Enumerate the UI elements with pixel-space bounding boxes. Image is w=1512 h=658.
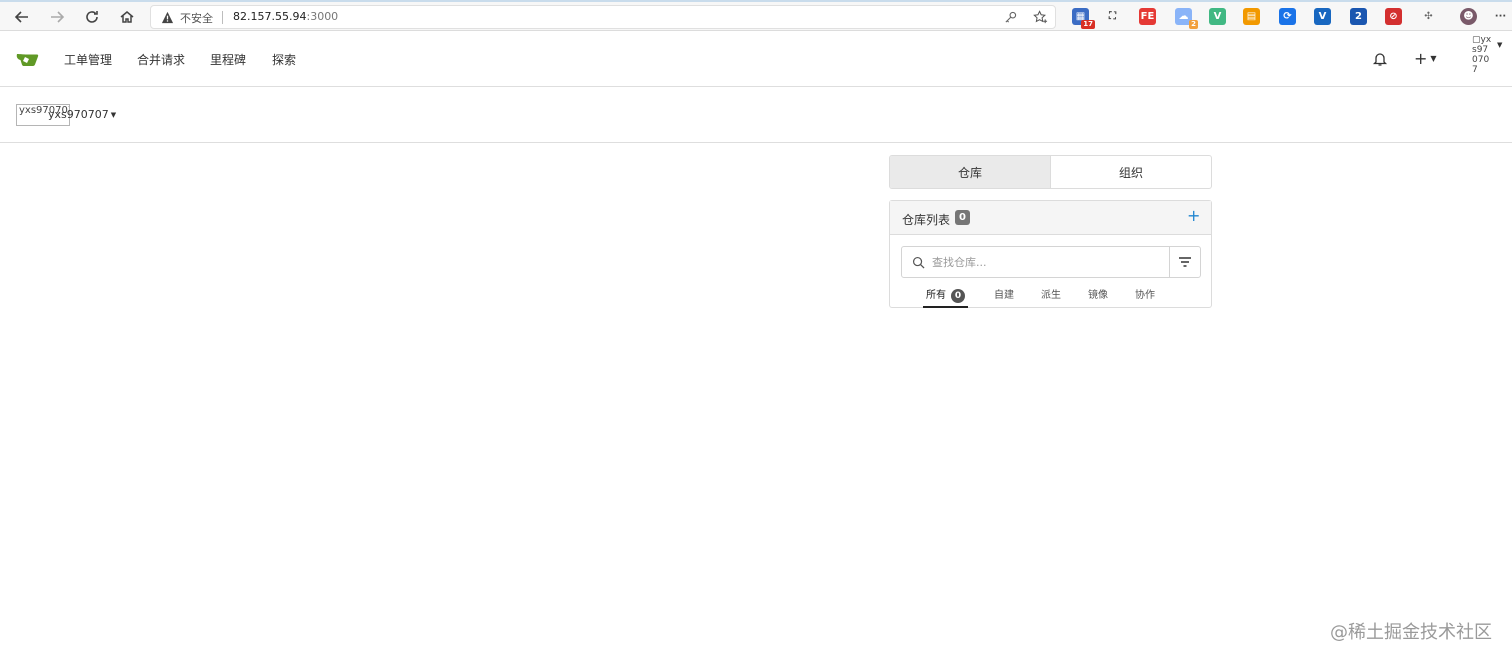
browser-menu-icon[interactable]: ··· [1492,8,1509,25]
tab-organizations[interactable]: 组织 [1051,156,1211,188]
extension-badge: 2 [1189,20,1198,29]
search-icon [912,256,925,269]
browser-toolbar: 不安全 82.157.55.94:3000 ▦ 17 ⛶ FE ☁ 2 V ▤ ⟳ V 2 ⊘ ✣ ☻ ··… [0,0,1512,31]
extension-badge: 17 [1081,20,1095,29]
dashboard-context-bar: yxs970707 yxs970707 ▼ [0,87,1512,143]
filter-collaborative[interactable]: 协作 [1135,286,1155,308]
screenshot-ext-icon[interactable]: ⛶ [1104,8,1121,25]
fe-ext-icon[interactable]: FE [1139,8,1156,25]
filter-button[interactable] [1169,247,1200,277]
main-navbar: 工单管理 合并请求 里程碑 探索 + ▼ ▢yxs970707 ▼ [0,31,1512,87]
bell-icon[interactable] [1372,51,1388,67]
arrow-right-icon [51,11,65,23]
filter-sources[interactable]: 自建 [994,286,1014,308]
reload-icon [86,11,98,23]
address-bar[interactable]: 不安全 82.157.55.94:3000 [150,5,1056,29]
plus-icon: + [1414,49,1428,68]
repo-count-badge: 0 [955,210,970,225]
repo-search-input[interactable] [932,253,1162,271]
url-port: :3000 [306,10,339,23]
filter-icon [1179,257,1191,267]
sync-ext-icon[interactable]: ⟳ [1279,8,1296,25]
insecure-label[interactable]: 不安全 [180,10,213,26]
address-divider [222,11,223,24]
context-username: yxs970707 [48,108,109,121]
filter-all[interactable]: 所有 0 [923,286,968,308]
nav-issues[interactable]: 工单管理 [64,51,112,68]
chevron-down-icon: ▼ [1430,54,1437,63]
url-host: 82.157.55.94 [233,10,307,23]
reload-button[interactable] [82,7,102,27]
bookmark-star-icon[interactable] [1033,10,1048,25]
nav-pull-requests[interactable]: 合并请求 [137,51,185,68]
filter-mirrors[interactable]: 镜像 [1088,286,1108,308]
watermark-text: @稀土掘金技术社区 [1330,622,1492,643]
create-menu[interactable]: + ▼ [1414,49,1437,68]
calculator-ext-icon[interactable]: ▤ [1243,8,1260,25]
dashboard-tabs: 仓库 组织 [889,155,1212,189]
chevron-down-icon[interactable]: ▼ [1497,41,1502,49]
arrow-left-icon [14,11,28,23]
context-switcher[interactable]: yxs970707 ▼ [48,108,116,121]
repo-search-box [901,246,1201,278]
puzzle-ext-icon[interactable]: ▦ 17 [1072,8,1095,29]
home-button[interactable] [117,7,137,27]
forward-button[interactable] [47,7,67,27]
back-button[interactable] [12,7,32,27]
warning-icon [161,11,174,24]
filter-all-count: 0 [951,289,965,303]
repo-list-panel: 仓库列表 0 + 所有 0 自建 派生 镜像 协作 [889,200,1212,308]
user-avatar[interactable]: ▢yxs970707 [1472,35,1492,75]
user-avatar-alt: yxs970707 [1472,35,1492,75]
cloud-ext-icon[interactable]: ☁ 2 [1175,8,1198,29]
repo-list-title: 仓库列表 [902,213,951,227]
extensions-puzzle-icon[interactable]: ✣ [1420,8,1437,25]
gitea-logo-icon[interactable] [16,51,40,67]
nav-explore[interactable]: 探索 [272,51,296,68]
vue-ext-icon[interactable]: V [1209,8,1226,25]
filter-all-label: 所有 [926,290,946,301]
home-icon [120,11,134,23]
tab-repositories[interactable]: 仓库 [890,156,1051,188]
nav-milestones[interactable]: 里程碑 [210,51,246,68]
filter-forks[interactable]: 派生 [1041,286,1061,308]
chevron-down-icon: ▼ [110,111,117,119]
block-ext-icon[interactable]: ⊘ [1385,8,1402,25]
vuetify-ext-icon[interactable]: V [1314,8,1331,25]
url-text[interactable]: 82.157.55.94:3000 [233,10,338,23]
repo-filter-tabs: 所有 0 自建 派生 镜像 协作 [890,285,1211,308]
profile-avatar-icon[interactable]: ☻ [1460,8,1477,25]
key-icon[interactable] [1004,11,1017,24]
add-repo-button[interactable]: + [1187,206,1200,225]
repo-list-header: 仓库列表 0 + [890,201,1211,235]
clipboard-ext-icon[interactable]: 2 [1350,8,1367,25]
